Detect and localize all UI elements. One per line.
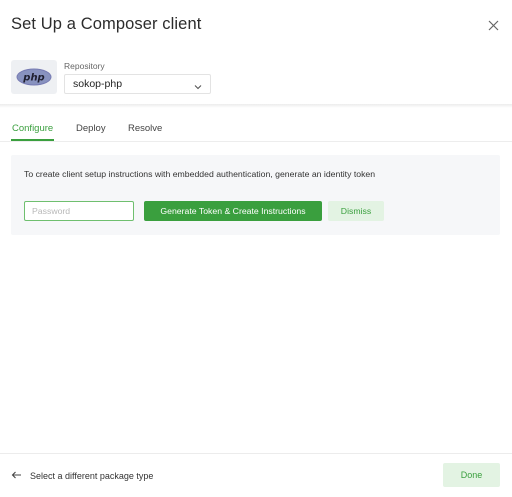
chevron-down-icon: [194, 81, 202, 93]
repository-select[interactable]: sokop-php: [64, 74, 211, 94]
generate-token-button[interactable]: Generate Token & Create Instructions: [144, 201, 322, 221]
footer-divider: [0, 453, 512, 454]
header-divider: [0, 104, 512, 108]
back-link-label: Select a different package type: [30, 471, 154, 481]
dialog-title: Set Up a Composer client: [11, 15, 202, 33]
tab-resolve[interactable]: Resolve: [128, 123, 162, 134]
tabs-divider: [0, 141, 512, 142]
token-panel: To create client setup instructions with…: [11, 155, 500, 235]
repository-selected-value: sokop-php: [73, 78, 123, 90]
password-input[interactable]: [24, 201, 134, 221]
instructions-text: To create client setup instructions with…: [24, 169, 376, 179]
setup-dialog: Set Up a Composer client php Repository …: [0, 0, 512, 497]
tab-bar: Configure Deploy Resolve: [0, 118, 512, 142]
done-button[interactable]: Done: [443, 463, 500, 487]
arrow-left-icon: [11, 471, 22, 481]
tab-configure[interactable]: Configure: [12, 123, 53, 134]
repository-label: Repository: [64, 61, 105, 71]
php-logo-text: php: [22, 73, 44, 84]
php-logo-icon: php: [11, 60, 57, 94]
dismiss-button[interactable]: Dismiss: [328, 201, 384, 221]
tab-deploy[interactable]: Deploy: [76, 123, 106, 134]
close-icon[interactable]: [485, 17, 501, 33]
select-package-type-link[interactable]: Select a different package type: [11, 469, 153, 483]
